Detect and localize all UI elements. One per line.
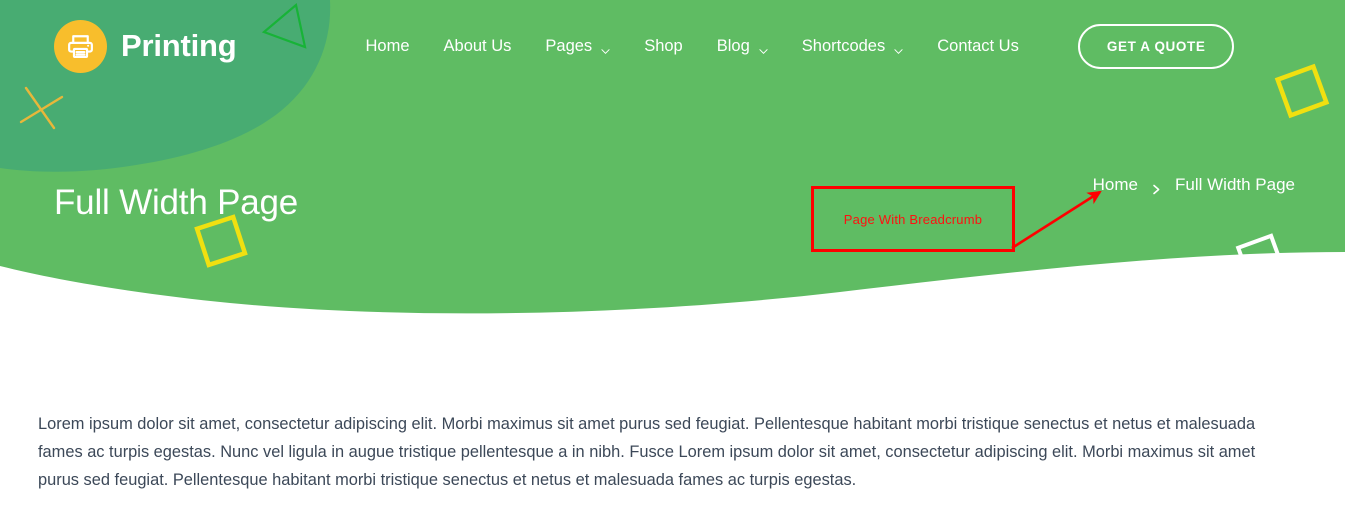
nav-label: Pages xyxy=(545,36,593,55)
nav-item-home[interactable]: Home xyxy=(349,37,427,56)
nav-item-shop[interactable]: Shop xyxy=(627,37,700,56)
nav-item-shortcodes[interactable]: Shortcodes xyxy=(785,37,920,56)
get-a-quote-button[interactable]: GET A QUOTE xyxy=(1077,23,1235,69)
nav-item-pages[interactable]: Pages xyxy=(528,37,627,56)
nav-item-contact-us[interactable]: Contact Us xyxy=(920,37,1036,56)
annotation-box: Page With Breadcrumb xyxy=(811,186,1015,252)
nav-label: Shortcodes xyxy=(801,36,886,55)
site-header: Printing Home About Us Pages Shop Blog S… xyxy=(0,0,1345,92)
brand-logo-link[interactable]: Printing xyxy=(54,19,237,73)
hero-title-row: Full Width Page Home Full Width Page xyxy=(0,160,1345,240)
printer-icon xyxy=(54,19,107,73)
nav-label: Blog xyxy=(716,36,750,55)
chevron-down-icon xyxy=(601,42,610,54)
chevron-right-icon xyxy=(1152,180,1161,195)
cross-mark-icon xyxy=(19,86,64,130)
body-paragraph: Lorem ipsum dolor sit amet, consectetur … xyxy=(38,415,1256,489)
main-navigation: Home About Us Pages Shop Blog Shortcodes… xyxy=(349,23,1235,69)
chevron-down-icon xyxy=(759,42,768,54)
annotation-label: Page With Breadcrumb xyxy=(843,211,983,227)
breadcrumb-current: Full Width Page xyxy=(1175,175,1295,194)
chevron-down-icon xyxy=(894,42,903,54)
nav-label: About Us xyxy=(443,36,512,55)
page-title: Full Width Page xyxy=(54,183,299,223)
nav-item-blog[interactable]: Blog xyxy=(700,37,785,56)
nav-item-about-us[interactable]: About Us xyxy=(427,37,529,56)
breadcrumb: Home Full Width Page xyxy=(1093,175,1295,195)
nav-label: Shop xyxy=(644,36,683,55)
page-root: Printing Home About Us Pages Shop Blog S… xyxy=(0,0,1345,515)
annotation-arrow xyxy=(1011,190,1102,250)
diamond-white-icon xyxy=(1235,233,1286,284)
brand-name: Printing xyxy=(121,28,237,63)
nav-label: Home xyxy=(365,36,410,55)
nav-label: Contact Us xyxy=(937,36,1019,55)
page-content: Lorem ipsum dolor sit amet, consectetur … xyxy=(0,410,1345,494)
